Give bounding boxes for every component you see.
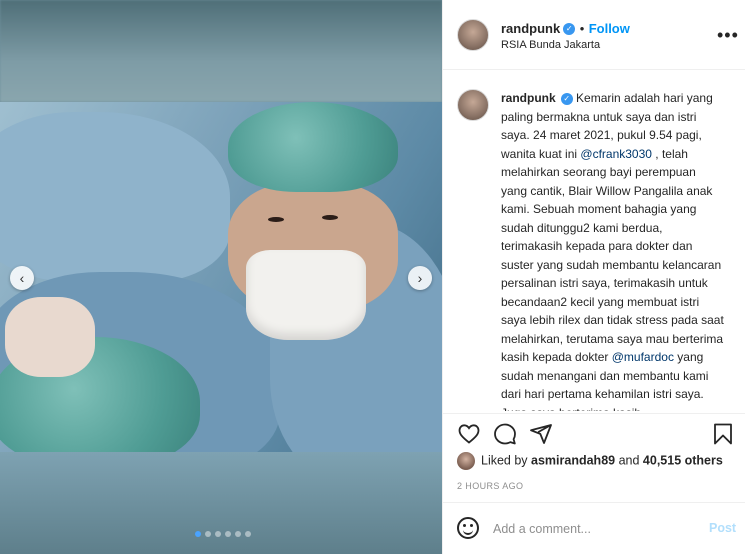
caption-username[interactable]: randpunk — [501, 91, 556, 105]
eye-shape — [268, 217, 284, 222]
more-options-icon[interactable]: ••• — [717, 25, 739, 46]
carousel-dot — [235, 531, 241, 537]
follow-button[interactable]: Follow — [589, 21, 630, 36]
post-timestamp[interactable]: 2 HOURS AGO — [457, 481, 523, 491]
photo-blur-top — [0, 0, 442, 102]
carousel-next-button[interactable]: › — [408, 266, 432, 290]
likes-prefix: Liked by — [481, 453, 532, 468]
post-modal: ‹ › randpunk ✓ • Follow RSIA Bunda Jakart… — [0, 0, 745, 554]
patient-mask — [5, 297, 95, 377]
likes-middle: and — [615, 453, 643, 468]
post-sidebar: randpunk ✓ • Follow RSIA Bunda Jakarta ••… — [442, 0, 745, 554]
post-photo: ‹ › — [0, 0, 442, 554]
verified-badge-icon: ✓ — [560, 92, 573, 105]
drape-shape — [0, 112, 230, 282]
action-bar — [443, 413, 745, 449]
chevron-left-icon: ‹ — [19, 270, 25, 286]
caption-avatar[interactable] — [457, 89, 489, 121]
heart-icon[interactable] — [457, 422, 481, 446]
author-line: randpunk ✓ • Follow — [501, 20, 630, 38]
carousel-dot — [245, 531, 251, 537]
post-header: randpunk ✓ • Follow RSIA Bunda Jakarta ••… — [443, 0, 745, 70]
author-username[interactable]: randpunk — [501, 21, 560, 36]
doctor-cap — [228, 102, 398, 192]
comment-input[interactable] — [493, 519, 693, 539]
verified-badge-icon: ✓ — [563, 22, 576, 35]
carousel-dot — [205, 531, 211, 537]
photo-blur-bottom — [0, 452, 442, 554]
chevron-right-icon: › — [417, 270, 423, 286]
author-avatar[interactable] — [457, 19, 489, 51]
liker-avatar[interactable] — [457, 452, 475, 470]
eye-shape — [322, 215, 338, 220]
carousel-dot — [225, 531, 231, 537]
separator-dot: • — [579, 21, 585, 36]
mention-link[interactable]: @cfrank3030 — [580, 147, 652, 161]
carousel-indicator — [195, 531, 251, 537]
photo-main — [0, 102, 442, 452]
post-location[interactable]: RSIA Bunda Jakarta — [501, 39, 600, 51]
likes-summary: Liked by asmirandah89 and 40,515 others — [457, 452, 745, 472]
doctor-mask — [246, 250, 366, 340]
bookmark-icon[interactable] — [711, 422, 735, 446]
liker-username[interactable]: asmirandah89 — [531, 453, 615, 467]
mention-link[interactable]: @mufardoc — [612, 350, 674, 364]
share-icon[interactable] — [529, 422, 553, 446]
carousel-dot — [215, 531, 221, 537]
comment-bar: Post — [443, 502, 745, 554]
carousel-prev-button[interactable]: ‹ — [10, 266, 34, 290]
likes-count[interactable]: 40,515 others — [643, 453, 723, 467]
caption-body: , telah melahirkan seorang bayi perempua… — [501, 146, 724, 365]
post-comment-button[interactable]: Post — [709, 521, 736, 535]
emoji-icon[interactable] — [457, 517, 479, 539]
caption-scroll[interactable]: randpunk ✓ Kemarin adalah hari yang palin… — [443, 71, 745, 411]
caption-text: randpunk ✓ Kemarin adalah hari yang palin… — [501, 89, 725, 411]
carousel-dot — [195, 531, 201, 537]
comment-icon[interactable] — [493, 422, 517, 446]
